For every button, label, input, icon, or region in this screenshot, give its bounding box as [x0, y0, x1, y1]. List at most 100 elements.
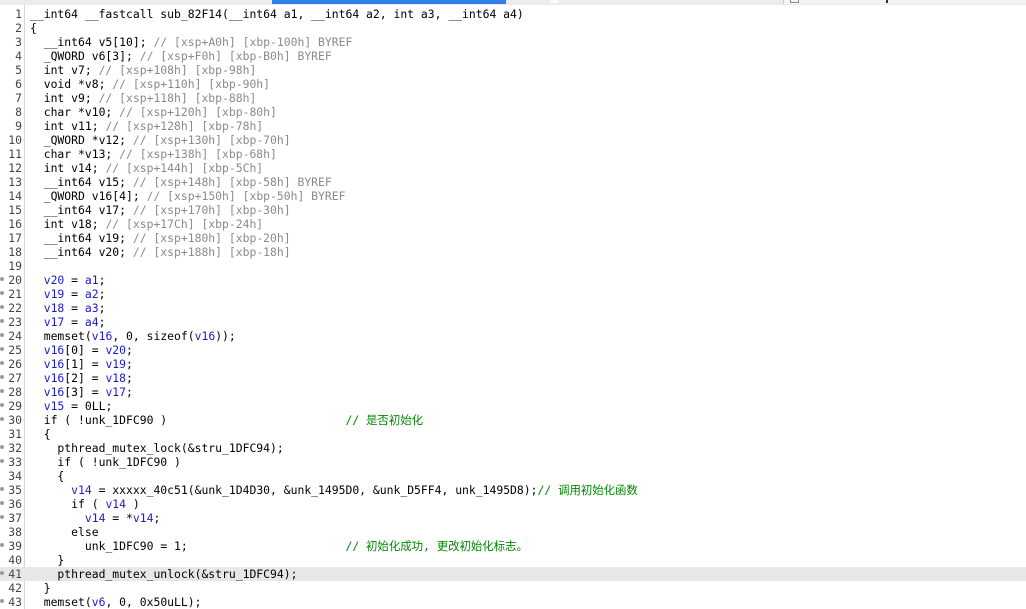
- code-text[interactable]: int v11; // [xsp+128h] [xbp-78h]: [30, 119, 263, 133]
- code-text[interactable]: int v7; // [xsp+108h] [xbp-98h]: [30, 63, 257, 77]
- code-variable[interactable]: v14: [105, 497, 126, 511]
- code-variable[interactable]: v16: [92, 329, 113, 343]
- code-text[interactable]: if ( v14 ): [30, 497, 140, 511]
- code-text[interactable]: _QWORD *v12; // [xsp+130h] [xbp-70h]: [30, 133, 291, 147]
- code-text[interactable]: v20 = a1;: [30, 273, 106, 287]
- code-text[interactable]: pthread_mutex_lock(&stru_1DFC94);: [30, 441, 283, 455]
- code-variable[interactable]: v16: [195, 329, 216, 343]
- code-line[interactable]: 12 int v14; // [xsp+144h] [xbp-5Ch]: [0, 161, 1026, 175]
- code-line[interactable]: 16 int v18; // [xsp+17Ch] [xbp-24h]: [0, 217, 1026, 231]
- code-line[interactable]: 4 _QWORD v6[3]; // [xsp+F0h] [xbp-B0h] B…: [0, 49, 1026, 63]
- code-text[interactable]: memset(v16, 0, sizeof(v16));: [30, 329, 236, 343]
- code-text[interactable]: unk_1DFC90 = 1; // 初始化成功, 更改初始化标志。: [30, 539, 528, 553]
- code-text[interactable]: v16[1] = v19;: [30, 357, 133, 371]
- code-line[interactable]: 29 v15 = 0LL;: [0, 399, 1026, 413]
- code-line[interactable]: 25 v16[0] = v20;: [0, 343, 1026, 357]
- code-variable[interactable]: v14: [85, 511, 106, 525]
- code-text[interactable]: __int64 v19; // [xsp+180h] [xbp-20h]: [30, 231, 291, 245]
- code-text[interactable]: _QWORD v16[4]; // [xsp+150h] [xbp-50h] B…: [30, 189, 346, 203]
- code-line[interactable]: 33 if ( !unk_1DFC90 ): [0, 455, 1026, 469]
- code-variable[interactable]: a2: [85, 287, 99, 301]
- code-text[interactable]: int v9; // [xsp+118h] [xbp-88h]: [30, 91, 257, 105]
- code-variable[interactable]: v6: [92, 595, 106, 609]
- code-text[interactable]: char *v10; // [xsp+120h] [xbp-80h]: [30, 105, 277, 119]
- code-line[interactable]: 5 int v7; // [xsp+108h] [xbp-98h]: [0, 63, 1026, 77]
- code-text[interactable]: int v14; // [xsp+144h] [xbp-5Ch]: [30, 161, 263, 175]
- code-text[interactable]: __int64 v15; // [xsp+148h] [xbp-58h] BYR…: [30, 175, 332, 189]
- code-line[interactable]: 10 _QWORD *v12; // [xsp+130h] [xbp-70h]: [0, 133, 1026, 147]
- code-text[interactable]: v15 = 0LL;: [30, 399, 113, 413]
- code-line[interactable]: 6 void *v8; // [xsp+110h] [xbp-90h]: [0, 77, 1026, 91]
- code-variable[interactable]: v18: [44, 301, 65, 315]
- code-variable[interactable]: v19: [105, 357, 126, 371]
- code-line[interactable]: 17 __int64 v19; // [xsp+180h] [xbp-20h]: [0, 231, 1026, 245]
- code-line[interactable]: 3 __int64 v5[10]; // [xsp+A0h] [xbp-100h…: [0, 35, 1026, 49]
- code-variable[interactable]: v17: [105, 385, 126, 399]
- code-line[interactable]: 27 v16[2] = v18;: [0, 371, 1026, 385]
- code-line[interactable]: 40 }: [0, 553, 1026, 567]
- code-line[interactable]: 30 if ( !unk_1DFC90 ) // 是否初始化: [0, 413, 1026, 427]
- tab-pseudocode[interactable]: [272, 0, 558, 4]
- code-text[interactable]: __int64 v17; // [xsp+170h] [xbp-30h]: [30, 203, 291, 217]
- code-line[interactable]: 35 v14 = xxxxx_40c51(&unk_1D4D30, &unk_1…: [0, 483, 1026, 497]
- code-variable[interactable]: v20: [105, 343, 126, 357]
- code-text[interactable]: {: [30, 427, 51, 441]
- pseudocode-view[interactable]: 1 __int64 __fastcall sub_82F14(__int64 a1…: [0, 7, 1026, 609]
- code-text[interactable]: __int64 __fastcall sub_82F14(__int64 a1,…: [30, 7, 524, 21]
- code-text[interactable]: }: [30, 553, 64, 567]
- code-variable[interactable]: a1: [85, 273, 99, 287]
- code-line[interactable]: 31 {: [0, 427, 1026, 441]
- code-line[interactable]: 23 v17 = a4;: [0, 315, 1026, 329]
- code-text[interactable]: v14 = *v14;: [30, 511, 160, 525]
- code-variable[interactable]: v15: [44, 399, 65, 413]
- code-line[interactable]: 38 else: [0, 525, 1026, 539]
- code-text[interactable]: __int64 v5[10]; // [xsp+A0h] [xbp-100h] …: [30, 35, 353, 49]
- code-line[interactable]: 7 int v9; // [xsp+118h] [xbp-88h]: [0, 91, 1026, 105]
- code-variable[interactable]: v18: [105, 371, 126, 385]
- code-text[interactable]: int v18; // [xsp+17Ch] [xbp-24h]: [30, 217, 263, 231]
- code-line[interactable]: 41 pthread_mutex_unlock(&stru_1DFC94);: [0, 567, 1026, 581]
- code-line[interactable]: 32 pthread_mutex_lock(&stru_1DFC94);: [0, 441, 1026, 455]
- code-text[interactable]: _QWORD v6[3]; // [xsp+F0h] [xbp-B0h] BYR…: [30, 49, 332, 63]
- code-variable[interactable]: v16: [44, 385, 65, 399]
- code-variable[interactable]: v17: [44, 315, 65, 329]
- code-line[interactable]: 18 __int64 v20; // [xsp+188h] [xbp-18h]: [0, 245, 1026, 259]
- code-line[interactable]: 19: [0, 259, 1026, 273]
- code-text[interactable]: pthread_mutex_unlock(&stru_1DFC94);: [30, 567, 297, 581]
- code-variable[interactable]: v19: [44, 287, 65, 301]
- code-text[interactable]: if ( !unk_1DFC90 ) // 是否初始化: [30, 413, 423, 427]
- code-line[interactable]: 14 _QWORD v16[4]; // [xsp+150h] [xbp-50h…: [0, 189, 1026, 203]
- code-text[interactable]: {: [30, 469, 64, 483]
- code-line[interactable]: 20 v20 = a1;: [0, 273, 1026, 287]
- code-variable[interactable]: a3: [85, 301, 99, 315]
- code-text[interactable]: char *v13; // [xsp+138h] [xbp-68h]: [30, 147, 277, 161]
- code-line[interactable]: 2{: [0, 21, 1026, 35]
- code-text[interactable]: v19 = a2;: [30, 287, 106, 301]
- code-variable[interactable]: v14: [71, 483, 92, 497]
- code-text[interactable]: v16[0] = v20;: [30, 343, 133, 357]
- code-line[interactable]: 36 if ( v14 ): [0, 497, 1026, 511]
- code-variable[interactable]: v16: [44, 357, 65, 371]
- code-text[interactable]: memset(v6, 0, 0x50uLL);: [30, 595, 202, 609]
- code-variable[interactable]: v16: [44, 371, 65, 385]
- code-line[interactable]: 37 v14 = *v14;: [0, 511, 1026, 525]
- code-line[interactable]: 43 memset(v6, 0, 0x50uLL);: [0, 595, 1026, 609]
- code-text[interactable]: else: [30, 525, 98, 539]
- code-text[interactable]: __int64 v20; // [xsp+188h] [xbp-18h]: [30, 245, 291, 259]
- code-line[interactable]: 28 v16[3] = v17;: [0, 385, 1026, 399]
- code-variable[interactable]: v14: [133, 511, 154, 525]
- code-line[interactable]: 39 unk_1DFC90 = 1; // 初始化成功, 更改初始化标志。: [0, 539, 1026, 553]
- code-text[interactable]: if ( !unk_1DFC90 ): [30, 455, 180, 469]
- code-text[interactable]: v17 = a4;: [30, 315, 106, 329]
- code-line[interactable]: 22 v18 = a3;: [0, 301, 1026, 315]
- code-line[interactable]: 8 char *v10; // [xsp+120h] [xbp-80h]: [0, 105, 1026, 119]
- code-text[interactable]: {: [30, 21, 37, 35]
- code-text[interactable]: v14 = xxxxx_40c51(&unk_1D4D30, &unk_1495…: [30, 483, 638, 497]
- code-line[interactable]: 34 {: [0, 469, 1026, 483]
- code-line[interactable]: 15 __int64 v17; // [xsp+170h] [xbp-30h]: [0, 203, 1026, 217]
- code-line[interactable]: 21 v19 = a2;: [0, 287, 1026, 301]
- tab-secondary[interactable]: [783, 0, 1026, 4]
- code-variable[interactable]: v20: [44, 273, 65, 287]
- code-line[interactable]: 1 __int64 __fastcall sub_82F14(__int64 a1…: [0, 7, 1026, 21]
- code-line[interactable]: 24 memset(v16, 0, sizeof(v16));: [0, 329, 1026, 343]
